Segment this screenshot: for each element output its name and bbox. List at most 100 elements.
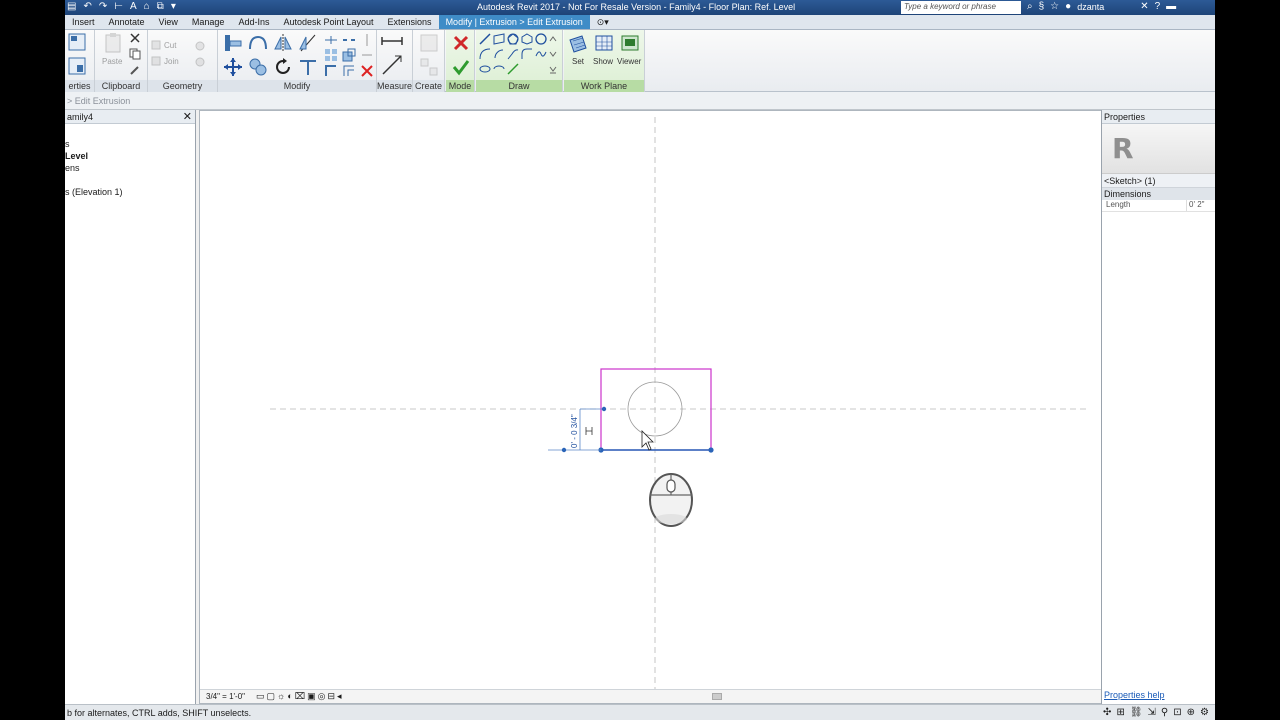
- align-icon[interactable]: [223, 33, 243, 53]
- match-type-icon[interactable]: [129, 64, 141, 76]
- tab-point-layout[interactable]: Autodesk Point Layout: [276, 15, 380, 29]
- copy-icon[interactable]: [129, 48, 141, 60]
- trim-icon[interactable]: [324, 64, 338, 78]
- binoculars-icon[interactable]: ⌕: [1027, 1, 1033, 12]
- temp-hide-icon[interactable]: ◎: [318, 691, 326, 702]
- visual-style-icon[interactable]: ▢: [267, 691, 276, 702]
- select-pinned-icon[interactable]: ⚲: [1161, 707, 1168, 718]
- pin-icon[interactable]: [360, 33, 374, 47]
- reveal-hidden-icon[interactable]: ⊟: [327, 691, 335, 702]
- user-icon[interactable]: ●: [1065, 1, 1071, 12]
- dimension-grip-bottom[interactable]: [561, 447, 567, 453]
- save-icon[interactable]: ▤: [67, 1, 76, 12]
- text-icon[interactable]: A: [130, 1, 137, 12]
- worksets-icon[interactable]: ✣: [1103, 707, 1111, 718]
- crop-view-icon[interactable]: ⌧: [295, 691, 305, 702]
- select-underlay-icon[interactable]: ⇲: [1148, 707, 1156, 718]
- tab-extensions[interactable]: Extensions: [381, 15, 439, 29]
- grip-right[interactable]: [708, 447, 714, 453]
- pick-lines-icon[interactable]: [507, 63, 519, 75]
- property-group-dimensions[interactable]: Dimensions: [1102, 188, 1215, 200]
- undo-icon[interactable]: ↶: [83, 1, 91, 12]
- copy-element-icon[interactable]: [248, 57, 268, 77]
- trim-extend-icon[interactable]: [298, 57, 318, 77]
- tree-item[interactable]: ens: [65, 162, 195, 174]
- circumscribed-polygon-icon[interactable]: [521, 33, 533, 45]
- redo-icon[interactable]: ↷: [99, 1, 107, 12]
- mirror-axis-icon[interactable]: [273, 33, 293, 53]
- scale-icon[interactable]: [342, 48, 356, 62]
- detail-level-icon[interactable]: ▭: [256, 691, 265, 702]
- join-icon[interactable]: [151, 56, 161, 66]
- tab-modify-extrusion[interactable]: Modify | Extrusion > Edit Extrusion: [438, 15, 590, 29]
- set-work-plane-icon[interactable]: [568, 34, 588, 54]
- start-end-arc-icon[interactable]: [479, 48, 491, 60]
- measure-icon[interactable]: ⊢: [114, 1, 123, 12]
- minimize-icon[interactable]: ▬: [1166, 1, 1176, 12]
- select-links-icon[interactable]: ⛓: [1130, 707, 1143, 718]
- qat-dropdown-icon[interactable]: ▾: [171, 1, 176, 12]
- select-by-face-icon[interactable]: ⊡: [1173, 707, 1181, 718]
- tree-item-elevation[interactable]: s (Elevation 1): [65, 186, 195, 198]
- favorites-icon[interactable]: ☆: [1050, 1, 1059, 12]
- cut-geometry-icon[interactable]: [151, 40, 161, 50]
- viewer-icon[interactable]: [620, 34, 640, 54]
- delete-icon[interactable]: [360, 64, 374, 78]
- sketch-rectangle[interactable]: [600, 368, 712, 451]
- drag-on-selection-icon[interactable]: ⊕: [1187, 707, 1195, 718]
- circle-icon[interactable]: [535, 33, 547, 45]
- property-value[interactable]: 0' 2": [1186, 200, 1215, 211]
- show-crop-icon[interactable]: ▣: [307, 691, 316, 702]
- tab-view[interactable]: View: [152, 15, 185, 29]
- horizontal-scroll-thumb[interactable]: [712, 693, 722, 700]
- tangent-arc-icon[interactable]: [507, 48, 519, 60]
- aligned-dimension-icon[interactable]: [381, 54, 403, 76]
- temporary-dimension-value[interactable]: 0' - 0 3/4": [570, 414, 579, 448]
- inscribed-polygon-icon[interactable]: [507, 33, 519, 45]
- split-gap-icon[interactable]: [342, 33, 356, 47]
- show-work-plane-icon[interactable]: [594, 34, 614, 54]
- split-face-icon[interactable]: [194, 56, 206, 68]
- paste-icon[interactable]: [103, 32, 123, 54]
- design-options-icon[interactable]: ⊞: [1116, 707, 1124, 718]
- type-selector[interactable]: <Sketch> (1): [1102, 174, 1215, 188]
- tab-add-ins[interactable]: Add-Ins: [231, 15, 276, 29]
- dimension-grip-top[interactable]: [601, 406, 607, 412]
- rotate-icon[interactable]: [273, 57, 293, 77]
- sun-path-icon[interactable]: ☼: [277, 691, 285, 702]
- drawing-area[interactable]: 0' - 0 3/4" ▬ ❐ ✕ 3/4" = 1'-0" ▭: [199, 110, 1152, 704]
- help-icon[interactable]: ?: [1155, 1, 1161, 12]
- user-name[interactable]: dzanta: [1077, 2, 1104, 12]
- filter-icon[interactable]: ⚙: [1200, 707, 1209, 718]
- measure-between-icon[interactable]: [381, 35, 403, 47]
- type-properties-icon[interactable]: [67, 56, 87, 76]
- draw-scroll-up-icon[interactable]: [549, 33, 557, 45]
- 3d-view-icon[interactable]: ⌂: [144, 1, 150, 12]
- create-similar-icon[interactable]: [419, 33, 439, 53]
- tab-overflow-icon[interactable]: ⊙▾: [590, 15, 616, 29]
- shadows-icon[interactable]: ◐: [287, 691, 292, 702]
- cut-clip-icon[interactable]: [129, 32, 141, 44]
- finish-edit-icon[interactable]: [451, 57, 471, 77]
- view-scale[interactable]: 3/4" = 1'-0": [206, 692, 245, 701]
- center-ends-arc-icon[interactable]: [493, 48, 505, 60]
- move-icon[interactable]: [223, 57, 243, 77]
- properties-help-link[interactable]: Properties help: [1104, 690, 1165, 700]
- fillet-arc-icon[interactable]: [521, 48, 533, 60]
- rectangle-icon[interactable]: [493, 33, 505, 45]
- ellipse-icon[interactable]: [479, 63, 491, 75]
- cancel-edit-icon[interactable]: [451, 33, 471, 53]
- tree-item[interactable]: s: [65, 138, 195, 150]
- partial-ellipse-icon[interactable]: [493, 63, 505, 75]
- line-icon[interactable]: [479, 33, 491, 45]
- close-hidden-icon[interactable]: ⧉: [157, 1, 164, 12]
- tab-manage[interactable]: Manage: [185, 15, 232, 29]
- tab-insert[interactable]: Insert: [65, 15, 102, 29]
- mirror-draw-icon[interactable]: [298, 33, 318, 53]
- search-input[interactable]: Type a keyword or phrase: [901, 1, 1021, 14]
- wall-join-icon[interactable]: [194, 40, 206, 52]
- split-icon[interactable]: [324, 33, 338, 47]
- tree-item[interactable]: [65, 198, 195, 210]
- unpin-icon[interactable]: [360, 48, 374, 62]
- scroll-left-icon[interactable]: ◂: [337, 691, 342, 702]
